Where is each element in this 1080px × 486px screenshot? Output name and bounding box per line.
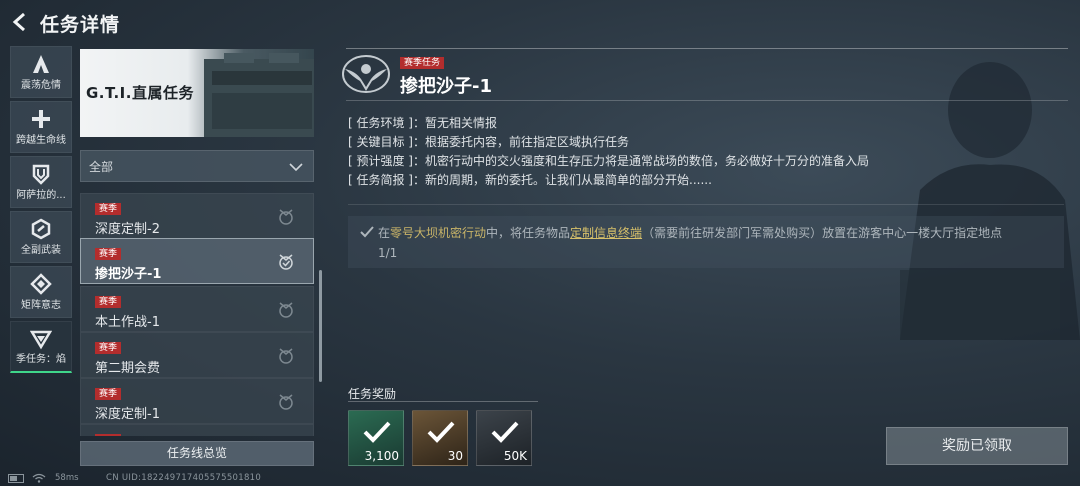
- rail-item-label: 矩阵意志: [21, 300, 61, 311]
- rail-item-shockwave[interactable]: 震荡危情: [10, 46, 72, 98]
- rail-item-label: 季任务：焰: [16, 354, 66, 365]
- task-name: 掺把沙子-1: [95, 267, 162, 282]
- season-tag: 赛季: [95, 388, 122, 400]
- rewards-claimed-button[interactable]: 奖励已领取: [886, 427, 1068, 465]
- header-bar: 任务详情: [0, 0, 1080, 44]
- player-uid: CN UID:182249717405575501810: [106, 473, 262, 483]
- rail-item-armed[interactable]: 全副武装: [10, 211, 72, 263]
- reward-item-currency[interactable]: 50K: [476, 410, 532, 466]
- info-row-environment: [ 任务环境 ]：暂无相关情报: [348, 116, 498, 130]
- info-row-key-target: [ 关键目标 ]：根据委托内容，前往指定区域执行任务: [348, 135, 630, 149]
- diamond-icon: [30, 273, 52, 295]
- task-list-item[interactable]: 赛季 深度定制-2: [80, 193, 314, 239]
- shield-icon: [32, 164, 50, 185]
- rail-item-label: 跨越生命线: [16, 135, 66, 146]
- task-name: 本土作战-1: [95, 315, 160, 330]
- task-list-item[interactable]: 赛季 本土作战-1: [80, 286, 314, 332]
- ping-readout: 58ms: [55, 473, 79, 483]
- task-list-item-selected[interactable]: 赛季 掺把沙子-1: [80, 238, 314, 284]
- task-target-icon: [279, 394, 293, 410]
- battery-icon: [8, 474, 24, 483]
- season-tag: 赛季: [95, 342, 122, 354]
- category-rail: 震荡危情 跨越生命线 阿萨拉的... 全副武装 矩阵意志 季任务：焰: [10, 46, 72, 376]
- reward-quantity: 50K: [503, 449, 527, 463]
- crate-image: [204, 53, 314, 137]
- task-line-overview-button[interactable]: 任务线总览: [80, 441, 314, 466]
- soldier-silhouette-background: [900, 62, 1080, 340]
- objective-map: 零号大坝机密行动: [390, 226, 487, 240]
- rail-item-label: 震荡危情: [21, 80, 61, 91]
- task-list-scrollbar[interactable]: [319, 270, 322, 382]
- claimed-check-icon: [491, 421, 519, 443]
- reward-quantity: 3,100: [364, 449, 399, 463]
- chevron-down-icon: [289, 163, 303, 172]
- claimed-check-icon: [427, 421, 455, 443]
- task-list-item-partial[interactable]: [80, 424, 314, 436]
- task-name: 深度定制-1: [95, 407, 160, 422]
- page-title: 任务详情: [40, 14, 121, 36]
- info-row-intensity: [ 预计强度 ]：机密行动中的交火强度和生存压力将是通常战场的数倍，务必做好十万…: [348, 154, 870, 168]
- divider: [348, 401, 538, 402]
- objective-progress: 1/1: [378, 246, 398, 260]
- plus-icon: [32, 110, 50, 128]
- hex-icon: [31, 218, 51, 240]
- back-arrow-icon[interactable]: [10, 11, 30, 33]
- objective-item-link[interactable]: 定制信息终端: [570, 226, 642, 240]
- status-bar: 58ms CN UID:182249717405575501810: [0, 472, 300, 486]
- divider: [346, 48, 1068, 49]
- task-line-banner: G.T.I.直属任务: [80, 49, 314, 137]
- check-icon: [360, 226, 374, 238]
- task-target-icon: [279, 302, 293, 318]
- a-shape-icon: [33, 55, 49, 73]
- rail-item-asala[interactable]: 阿萨拉的...: [10, 156, 72, 208]
- task-name: 深度定制-2: [95, 222, 160, 237]
- task-list-item[interactable]: 赛季 深度定制-1: [80, 378, 314, 424]
- task-list-item[interactable]: 赛季 第二期会费: [80, 332, 314, 378]
- task-target-icon: [279, 254, 293, 270]
- claimed-check-icon: [363, 421, 391, 443]
- banner-title: G.T.I.直属任务: [86, 84, 194, 102]
- season-tag: 赛季: [95, 203, 122, 215]
- reward-item-experience[interactable]: 3,100: [348, 410, 404, 466]
- reward-quantity: 30: [447, 449, 463, 463]
- reward-section-label: 任务奖励: [348, 387, 397, 401]
- divider: [348, 204, 1064, 205]
- task-title: 掺把沙子-1: [400, 76, 492, 97]
- rail-item-label: 全副武装: [21, 245, 61, 256]
- task-target-icon: [279, 348, 293, 364]
- rail-item-matrix[interactable]: 矩阵意志: [10, 266, 72, 318]
- season-task-tag: 赛季任务: [400, 57, 445, 69]
- reward-item-crate[interactable]: 30: [412, 410, 468, 466]
- filter-selected-value: 全部: [89, 160, 114, 174]
- task-target-icon: [279, 209, 293, 225]
- rail-item-lifeline[interactable]: 跨越生命线: [10, 101, 72, 153]
- wifi-icon: [32, 473, 46, 483]
- rail-item-label: 阿萨拉的...: [16, 190, 66, 201]
- rail-item-season-task[interactable]: 季任务：焰: [10, 321, 72, 373]
- task-info: [ 任务环境 ]：暂无相关情报 [ 关键目标 ]：根据委托内容，前往指定区域执行…: [348, 114, 1048, 190]
- eagle-emblem-icon: [342, 55, 390, 93]
- triangle-v-icon: [30, 330, 52, 350]
- objective-text: 在零号大坝机密行动中，将任务物品定制信息终端（需要前往研发部门军需处购买）放置在…: [378, 226, 1003, 240]
- season-tag: 赛季: [95, 296, 122, 308]
- task-list: 赛季 深度定制-2 赛季 掺把沙子-1 赛季 本土作战-1 赛季 第二期会费 赛…: [80, 188, 314, 436]
- task-objective: 在零号大坝机密行动中，将任务物品定制信息终端（需要前往研发部门军需处购买）放置在…: [348, 216, 1064, 268]
- info-row-briefing: [ 任务简报 ]：新的周期，新的委托。让我们从最简单的部分开始......: [348, 173, 712, 187]
- season-tag: [95, 434, 121, 436]
- season-tag: 赛季: [95, 248, 122, 260]
- task-name: 第二期会费: [95, 361, 161, 376]
- task-filter-dropdown[interactable]: 全部: [80, 150, 314, 182]
- divider: [346, 100, 1068, 101]
